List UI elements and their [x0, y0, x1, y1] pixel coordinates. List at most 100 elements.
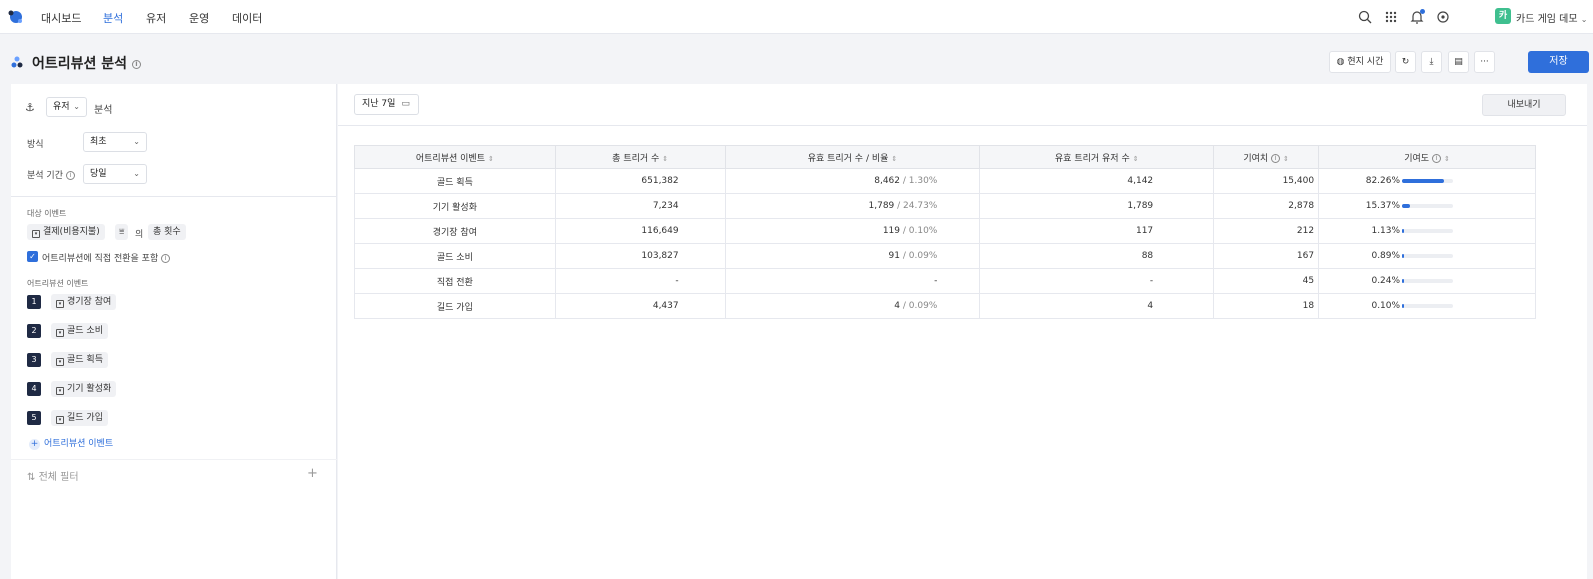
method-select[interactable]: 최초 ⌄ [83, 132, 147, 152]
local-time-button[interactable]: ◍ 현지 시간 [1329, 51, 1391, 73]
contrib-value-cell: 167 [1213, 243, 1320, 269]
sort-icon[interactable]: ⇕ [662, 155, 668, 163]
search-icon[interactable] [1357, 9, 1373, 25]
refresh-button[interactable]: ↻ [1395, 51, 1416, 73]
notification-bell-icon[interactable] [1409, 9, 1425, 25]
attr-event-chip[interactable]: ▾ 골드 소비 [51, 323, 108, 339]
column-header-valid-users[interactable]: 유효 트리거 유저 수 ⇕ [979, 145, 1215, 169]
info-icon[interactable]: i [131, 59, 141, 69]
attr-event-number: 1 [27, 295, 41, 309]
valid-users-cell: 4 [979, 293, 1215, 319]
user-avatar[interactable]: 카 [1495, 8, 1511, 24]
valid-count: 8,462 [874, 176, 900, 186]
valid-ratio: / 1.30% [900, 176, 938, 186]
add-filter-icon[interactable]: + [307, 466, 318, 481]
attr-event-chip[interactable]: ▾ 경기장 참여 [51, 294, 117, 310]
include-direct-checkbox[interactable]: ✓ [27, 251, 38, 262]
subject-select[interactable]: 유저 ⌄ [46, 97, 87, 117]
add-attr-event-button[interactable]: + 어트리뷰션 이벤트 [29, 436, 113, 450]
contrib-pct-cell: 82.26% [1318, 168, 1536, 194]
global-filter-row[interactable]: ⇅ 전체 필터 [27, 468, 79, 483]
attr-event-chip[interactable]: ▾ 골드 획득 [51, 352, 108, 368]
chevron-down-icon: ⌄ [1580, 15, 1588, 24]
event-icon: ▾ [56, 329, 64, 337]
valid-ratio-cell: - [724, 268, 981, 294]
info-icon[interactable]: i [1431, 153, 1441, 163]
info-icon[interactable]: i [65, 171, 75, 180]
valid-ratio-cell: 8,462 / 1.30% [724, 168, 981, 194]
valid-ratio: / 0.09% [900, 251, 938, 261]
contrib-bar-track [1402, 304, 1454, 308]
more-button[interactable]: ··· [1474, 51, 1495, 73]
info-icon[interactable]: i [161, 254, 171, 263]
report-button[interactable]: ▤ [1448, 51, 1469, 73]
page-title: 어트리뷰션 분석 i [32, 53, 141, 73]
valid-ratio: / 0.09% [900, 301, 938, 311]
contrib-value-cell: 212 [1213, 218, 1320, 244]
column-header-label: 기여도 [1404, 153, 1430, 164]
apps-grid-icon[interactable] [1383, 9, 1399, 25]
valid-users-cell: 4,142 [979, 168, 1215, 194]
attr-event-label: 골드 소비 [67, 326, 103, 336]
nav-data[interactable]: 데이터 [232, 10, 262, 26]
nav-users[interactable]: 유저 [146, 10, 166, 26]
filter-button[interactable]: ⩸ [115, 224, 129, 240]
target-metric-chip[interactable]: 총 횟수 [148, 224, 186, 240]
target-event-chip[interactable]: ▾ 결제(비용지불) [27, 224, 105, 240]
workspace-selector[interactable]: 카드 게임 데모 ⌄ [1516, 10, 1587, 25]
attr-event-chip[interactable]: ▾ 기기 활성화 [51, 381, 117, 397]
export-button[interactable]: 내보내기 [1482, 94, 1566, 116]
sort-icon[interactable]: ⇕ [1444, 155, 1450, 163]
download-button[interactable]: ⤓ [1421, 51, 1442, 73]
contrib-bar-track [1402, 279, 1454, 283]
event-icon: ▾ [56, 300, 64, 308]
contrib-pct-cell: 15.37% [1318, 193, 1536, 219]
settings-panel: ⚓ 유저 ⌄ 분석 방식 최초 ⌄ 분석 기간 i 당일 ⌄ 대상 이벤트 ▾ 결제(비… [11, 84, 337, 579]
sort-icon[interactable]: ⇕ [1283, 155, 1289, 163]
column-header-label: 어트리뷰션 이벤트 [415, 153, 485, 164]
contrib-bar-fill [1402, 254, 1405, 258]
period-select[interactable]: 당일 ⌄ [83, 164, 147, 184]
date-range-picker[interactable]: 지난 7일 ▭ [354, 94, 419, 115]
contrib-bar-fill [1402, 279, 1405, 283]
sort-icon[interactable]: ⇕ [488, 155, 494, 163]
contrib-bar-track [1402, 254, 1454, 258]
sort-icon[interactable]: ⇕ [891, 155, 897, 163]
attr-event-chip[interactable]: ▾ 길드 가입 [51, 410, 108, 426]
valid-users-cell: 88 [979, 243, 1215, 269]
top-navigation: 대시보드 분석 유저 운영 데이터 카 카드 게임 데모 ⌄ [0, 0, 1593, 34]
subject-suffix: 분석 [94, 105, 113, 116]
contrib-pct-text: 82.26% [1365, 176, 1401, 186]
valid-users-cell: 1,789 [979, 193, 1215, 219]
nav-dashboard[interactable]: 대시보드 [41, 10, 81, 26]
column-header-contrib-pct[interactable]: 기여도 i ⇕ [1318, 145, 1536, 169]
section-divider [11, 196, 337, 197]
target-of-text: 의 [135, 230, 144, 240]
column-header-valid-ratio[interactable]: 유효 트리거 수 / 비율 ⇕ [724, 145, 981, 169]
table-row: 길드 가입 4,437 4 / 0.09% 4 18 0.10% [354, 293, 1536, 319]
nav-analysis[interactable]: 분석 [103, 10, 123, 26]
target-event-label: 결제(비용지불) [43, 227, 100, 237]
attr-event-number: 4 [27, 382, 41, 396]
app-logo-icon[interactable] [7, 9, 24, 25]
contrib-pct-text: 15.37% [1365, 201, 1401, 211]
contrib-pct-cell: 1.13% [1318, 218, 1536, 244]
event-icon: ▾ [56, 416, 64, 424]
column-header-label: 유효 트리거 유저 수 [1054, 153, 1130, 164]
valid-ratio-cell: 119 / 0.10% [724, 218, 981, 244]
add-attr-event-label: 어트리뷰션 이벤트 [44, 439, 114, 449]
nav-operations[interactable]: 운영 [189, 10, 209, 26]
contrib-bar-fill [1402, 179, 1445, 183]
contrib-pct-text: 0.89% [1371, 251, 1401, 261]
info-icon[interactable]: i [1271, 153, 1281, 163]
sort-icon[interactable]: ⇕ [1133, 155, 1139, 163]
column-header-event[interactable]: 어트리뷰션 이벤트 ⇕ [354, 145, 556, 169]
column-header-total[interactable]: 총 트리거 수 ⇕ [554, 145, 726, 169]
attr-event-label: 기기 활성화 [67, 384, 112, 394]
period-value: 당일 [90, 169, 107, 179]
column-header-contrib-value[interactable]: 기여치 i ⇕ [1213, 145, 1320, 169]
settings-gear-icon[interactable] [1435, 9, 1451, 25]
save-button[interactable]: 저장 [1528, 51, 1589, 73]
total-cell: - [554, 268, 726, 294]
valid-count: 119 [882, 226, 900, 236]
